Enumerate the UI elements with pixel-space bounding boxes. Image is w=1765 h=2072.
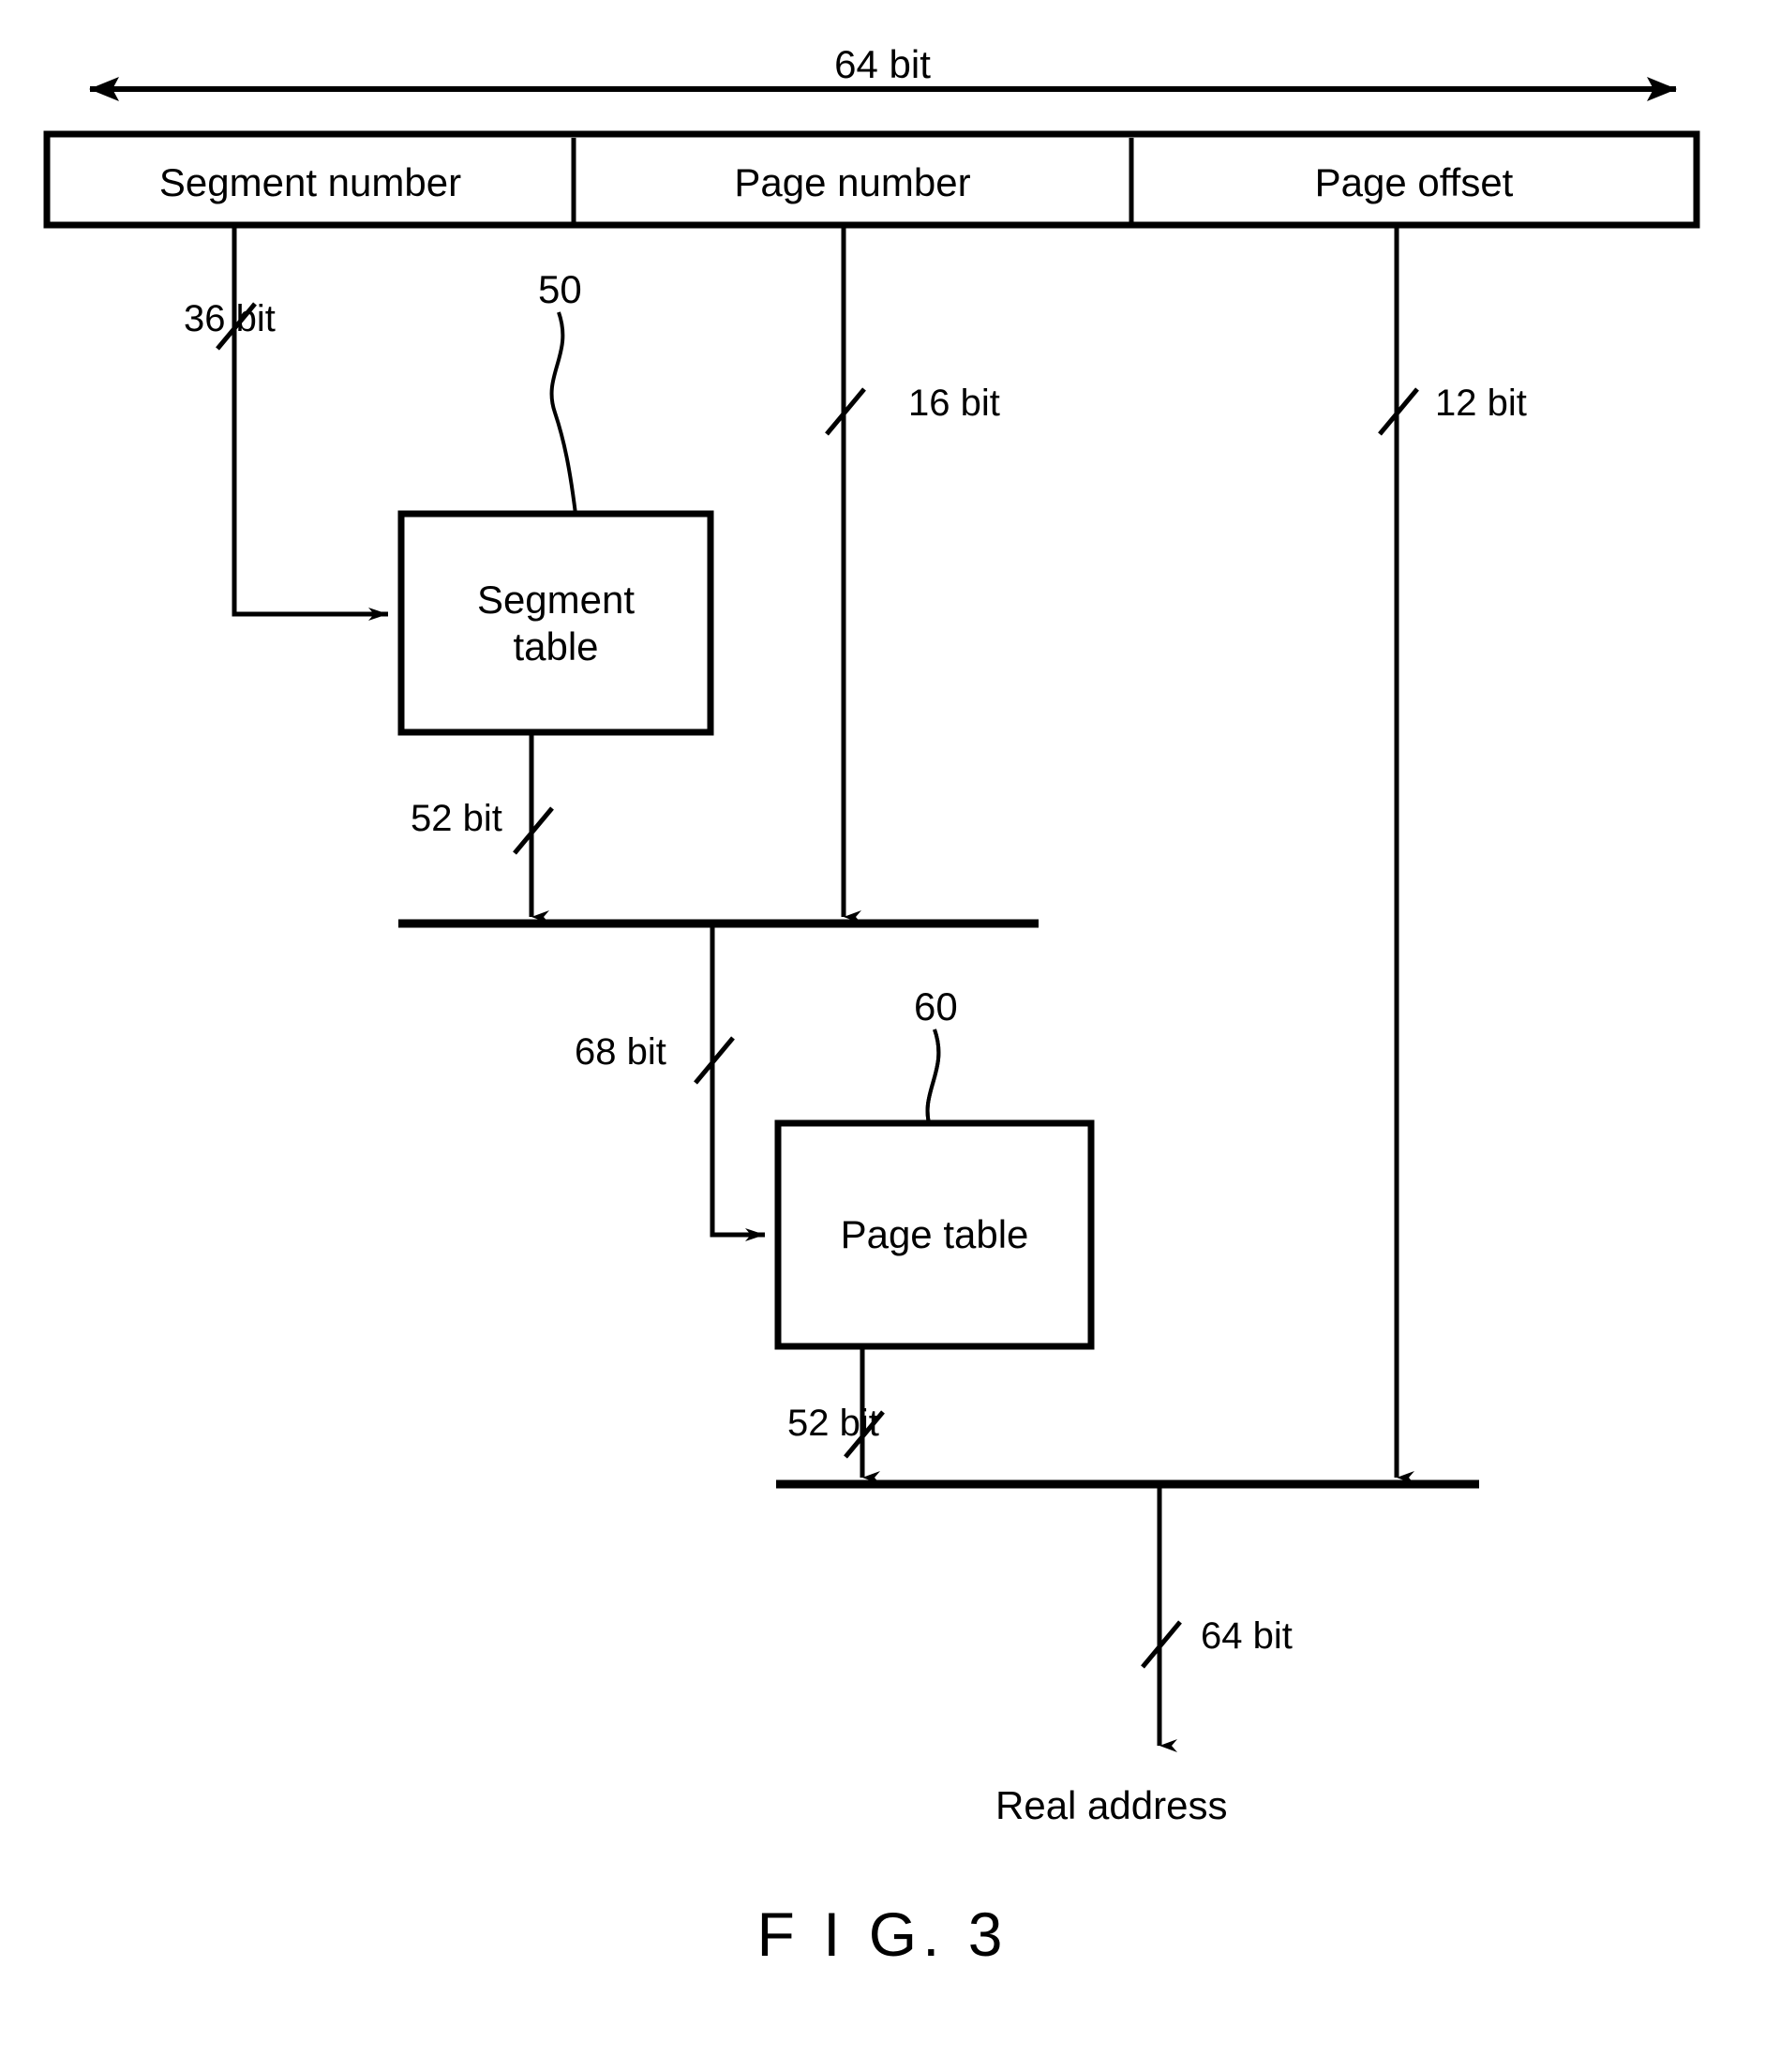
bit-label-page-index: 16 bit [908,383,1000,424]
leader-50 [549,311,577,515]
segment-table-label-line2: table [513,623,599,668]
page-table-label-line1: Page table [840,1212,1029,1257]
bit-label-real-address: 64 bit [1201,1615,1293,1657]
figure-caption: F I G. 3 [756,1899,1009,1969]
segment-table-label-line1: Segment [476,577,636,622]
page-number-line [825,225,866,923]
address-field-segment-number: Segment number [158,160,462,204]
total-width-label: 64 bit [834,42,931,86]
segment-number-path [216,225,388,621]
page-table-input-path [694,923,765,1241]
reference-numeral-50: 50 [538,267,582,311]
page-table-label: Page table [778,1123,1091,1346]
figure-canvas: 64 bit Segment number Page number Page o… [0,0,1765,2072]
segment-table-output-line [513,732,554,923]
address-field-page-offset: Page offset [1314,160,1514,204]
real-address-output-label: Real address [995,1783,1228,1827]
bit-label-page-table-output: 52 bit [787,1403,879,1444]
page-offset-line [1378,225,1419,1484]
segment-table-label: Segment table [401,514,710,732]
bit-label-segment-table-output: 52 bit [411,798,502,839]
reference-numeral-60: 60 [914,984,958,1028]
address-field-page-number: Page number [734,160,971,204]
real-address-output-line [1141,1484,1182,1752]
bit-label-page-table-lookup: 68 bit [575,1031,666,1073]
bit-label-segment-index: 36 bit [184,298,276,339]
bit-label-page-offset: 12 bit [1435,383,1527,424]
